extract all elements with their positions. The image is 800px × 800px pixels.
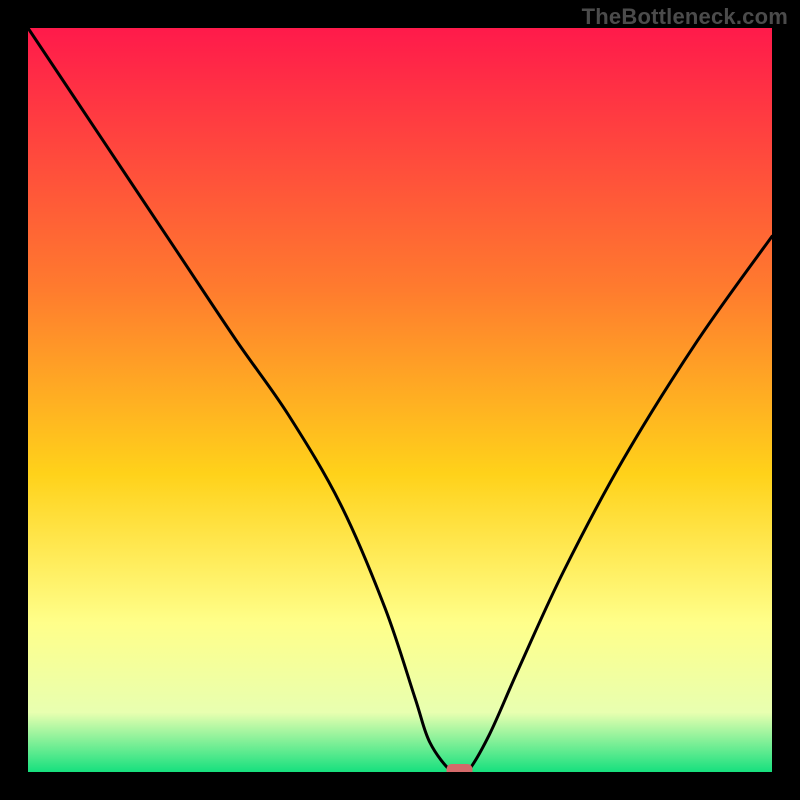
- chart-frame: TheBottleneck.com: [0, 0, 800, 800]
- watermark-text: TheBottleneck.com: [582, 4, 788, 30]
- chart-svg: [28, 28, 772, 772]
- plot-area: [28, 28, 772, 772]
- optimum-marker: [447, 764, 473, 772]
